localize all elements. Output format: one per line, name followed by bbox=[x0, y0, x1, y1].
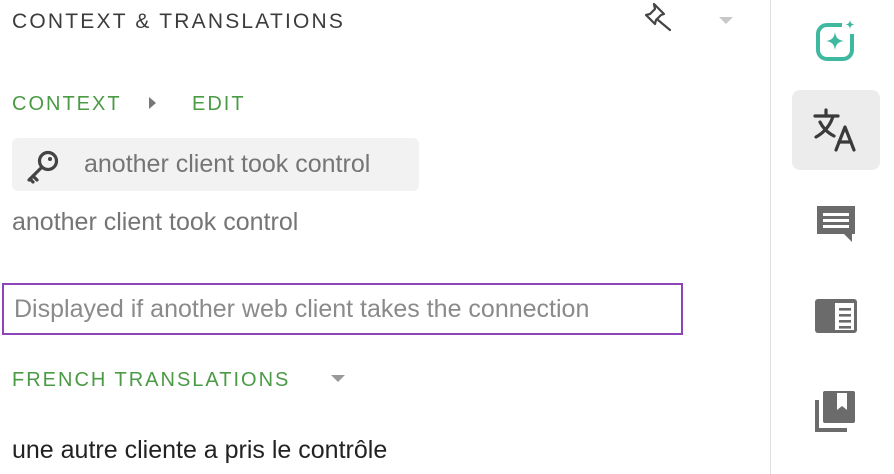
sidebar-item-ai[interactable] bbox=[792, 0, 880, 80]
translate-icon bbox=[813, 108, 856, 152]
context-panel: CONTEXT & TRANSLATIONS CONTEXT EDIT anot… bbox=[0, 0, 770, 474]
ai-sparkle-icon bbox=[816, 18, 858, 61]
pin-icon bbox=[644, 2, 672, 32]
context-section-label[interactable]: CONTEXT bbox=[12, 90, 122, 118]
comment-icon bbox=[817, 206, 855, 242]
panel-title: CONTEXT & TRANSLATIONS bbox=[12, 10, 346, 33]
context-description-text: Displayed if another web client takes th… bbox=[14, 295, 590, 323]
context-expand-icon[interactable] bbox=[145, 94, 159, 112]
french-translation-text[interactable]: une autre cliente a pris le contrôle bbox=[12, 433, 387, 467]
glossary-icon bbox=[815, 299, 857, 333]
translations-dropdown-icon[interactable] bbox=[328, 372, 348, 386]
sidebar-item-bookmarks[interactable] bbox=[792, 371, 880, 451]
sidebar-item-glossary[interactable] bbox=[792, 276, 880, 356]
string-key-chip[interactable]: another client took control bbox=[12, 138, 419, 191]
sidebar-item-comments[interactable] bbox=[792, 183, 880, 263]
string-key-text: another client took control bbox=[84, 150, 371, 178]
edit-context-link[interactable]: EDIT bbox=[192, 90, 246, 118]
right-sidebar bbox=[770, 0, 894, 474]
context-description-field[interactable]: Displayed if another web client takes th… bbox=[2, 283, 683, 335]
bookmarks-icon bbox=[815, 391, 855, 432]
source-string-text: another client took control bbox=[12, 208, 299, 236]
pin-button[interactable] bbox=[642, 0, 676, 34]
collapse-dropdown-button[interactable] bbox=[714, 8, 738, 32]
key-icon bbox=[24, 148, 62, 186]
caret-down-icon bbox=[719, 17, 733, 24]
sidebar-item-translations[interactable] bbox=[792, 90, 880, 170]
french-translations-label[interactable]: FRENCH TRANSLATIONS bbox=[12, 366, 290, 394]
